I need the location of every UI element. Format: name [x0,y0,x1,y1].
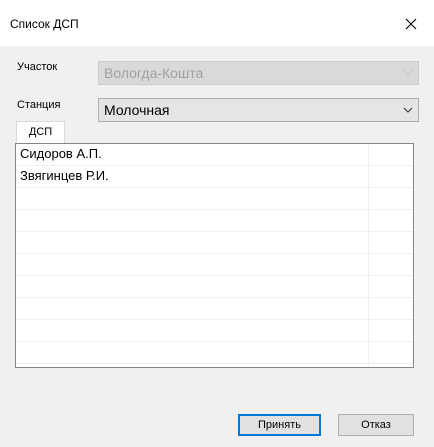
station-label: Станция [17,99,61,111]
list-item[interactable]: Сидоров А.П. [16,144,413,166]
dialog-window: Список ДСП Участок Вологда-Кошта Станция… [0,0,434,447]
list-item[interactable] [16,320,413,342]
close-button[interactable] [388,8,434,40]
tab-dsp[interactable]: ДСП [16,121,65,143]
station-value: Молочная [104,102,170,118]
section-value: Вологда-Кошта [104,65,204,81]
list-item[interactable]: Звягинцев Р.И. [16,166,413,188]
list-item[interactable] [16,342,413,364]
chevron-down-icon [403,107,413,113]
list-item[interactable] [16,188,413,210]
list-item[interactable] [16,210,413,232]
close-icon [405,18,417,30]
list-item-text: Звягинцев Р.И. [20,168,109,183]
list-item[interactable] [16,298,413,320]
chevron-down-icon [403,70,413,76]
list-item[interactable] [16,232,413,254]
dialog-content: Участок Вологда-Кошта Станция Молочная Д… [0,46,434,447]
section-combobox: Вологда-Кошта [98,61,419,85]
station-combobox[interactable]: Молочная [98,98,419,122]
cancel-button[interactable]: Отказ [338,414,414,436]
dsp-list[interactable]: Сидоров А.П. Звягинцев Р.И. [15,143,414,368]
list-item[interactable] [16,276,413,298]
list-item-text: Сидоров А.П. [20,146,102,161]
window-title: Список ДСП [10,17,79,31]
list-item[interactable] [16,254,413,276]
ok-button[interactable]: Принять [238,414,321,436]
title-bar: Список ДСП [0,0,434,46]
section-label: Участок [17,61,58,73]
